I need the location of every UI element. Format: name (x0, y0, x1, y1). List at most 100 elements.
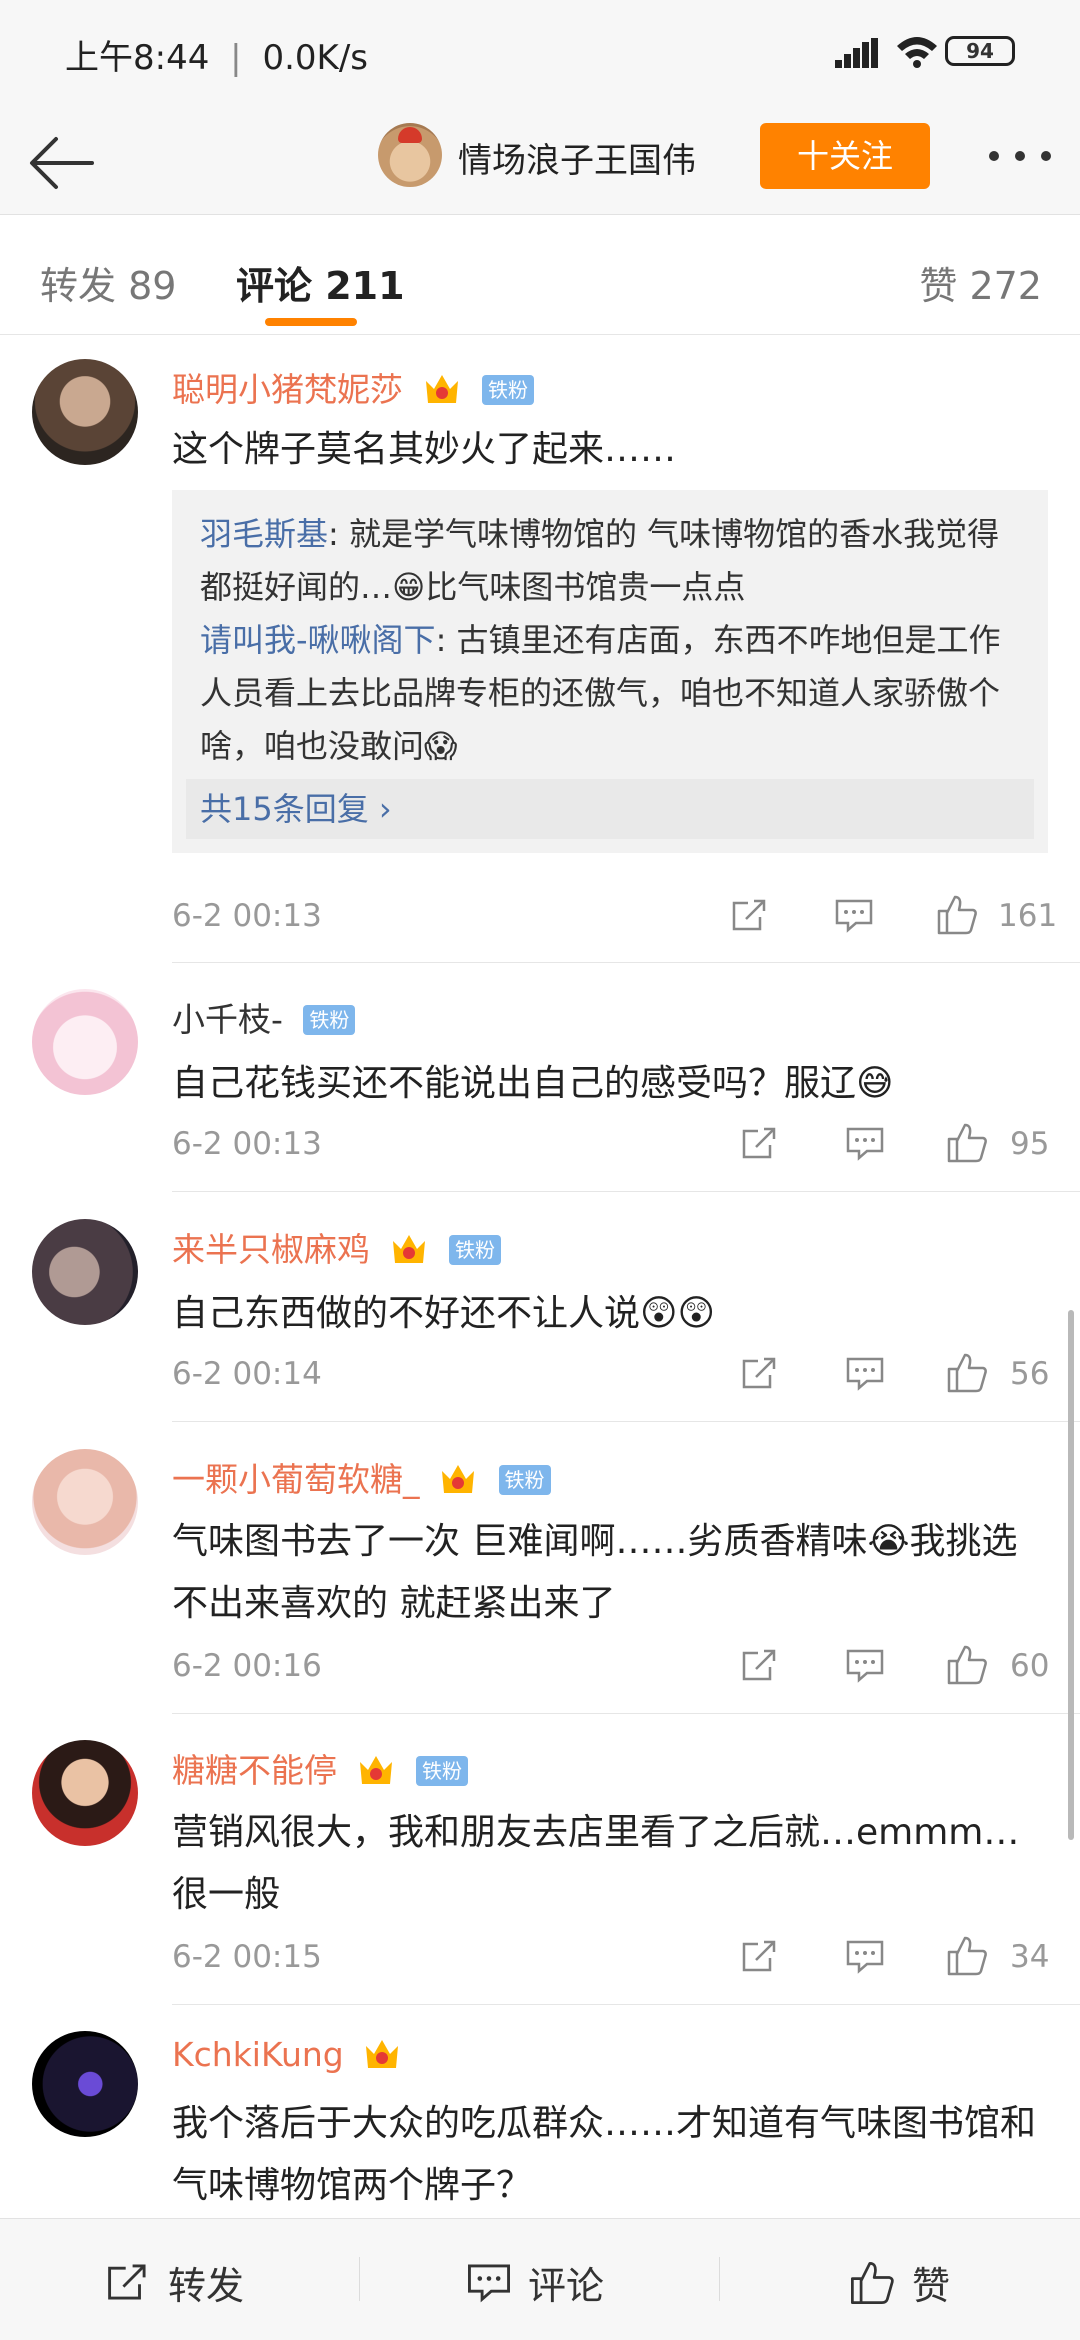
crown-badge-icon (442, 1465, 474, 1493)
divider (172, 2004, 1080, 2005)
like-icon[interactable] (945, 1121, 989, 1165)
scrollbar[interactable] (1068, 1310, 1074, 1840)
tab-like[interactable]: 赞 272 (919, 255, 1042, 310)
commenter-avatar[interactable] (32, 989, 138, 1095)
crown-badge-icon (366, 2040, 399, 2068)
reply-item: 请叫我-啾啾阁下: 古镇里还有店面，东西不咋地但是工作人员看上去比品牌专柜的还傲… (200, 614, 1020, 773)
like-count: 56 (1010, 1356, 1050, 1392)
comment-icon[interactable] (845, 1936, 885, 1976)
comment-text: 自己花钱买还不能说出自己的感受吗？服辽😅 (172, 1063, 894, 1104)
status-bar: 上午8:44 | 0.0K/s 94 (0, 0, 1080, 105)
commenter-name-text[interactable]: 聪明小猪梵妮莎 (172, 370, 403, 409)
wifi-icon (897, 37, 937, 68)
reply-author[interactable]: 请叫我-啾啾阁下 (200, 621, 436, 659)
comment-time: 6-2 00:16 (172, 1648, 322, 1684)
repost-icon[interactable] (740, 1123, 780, 1163)
repost-icon (108, 2264, 146, 2300)
nav-header: 情场浪子王国伟 十关注 (0, 105, 1080, 215)
commenter-avatar[interactable] (32, 1740, 138, 1846)
commenter-avatar[interactable] (32, 2031, 138, 2137)
comment-time: 6-2 00:15 (172, 1939, 322, 1975)
repost-icon[interactable] (740, 1645, 780, 1685)
comment-text: 这个牌子莫名其妙火了起来…… (172, 429, 677, 470)
crown-badge-icon (425, 375, 458, 403)
comment-text: 自己东西做的不好还不让人说😲😲 (172, 1293, 716, 1334)
like-count: 95 (1010, 1126, 1050, 1162)
divider (172, 962, 1080, 963)
tab-comment[interactable]: 评论 211 (236, 255, 405, 310)
commenter-avatar[interactable] (32, 359, 138, 465)
comment-icon[interactable] (845, 1645, 885, 1685)
comment-text: 气味图书去了一次 巨难闻啊……劣质香精味😭我挑选不出来喜欢的 就赶紧出来了 (172, 1521, 1018, 1624)
divider (172, 1713, 1080, 1714)
bottom-comment-label: 评论 (528, 2264, 605, 2308)
commenter-name[interactable]: 小千枝- 铁粉 (172, 993, 356, 1041)
reply-item: 羽毛斯基: 就是学气味博物馆的 气味博物馆的香水我觉得都挺好闻的…😁比气味图书馆… (200, 508, 1020, 614)
like-icon[interactable] (935, 893, 979, 937)
commenter-avatar[interactable] (32, 1449, 138, 1555)
like-icon[interactable] (945, 1643, 989, 1687)
back-arrow-icon[interactable] (22, 123, 102, 203)
comment-text: 我个落后于大众的吃瓜群众……才知道有气味图书馆和气味博物馆两个牌子？ (172, 2103, 1037, 2206)
status-separator: | (230, 38, 242, 78)
comment-icon (468, 2264, 510, 2303)
commenter-name[interactable]: 来半只椒麻鸡 铁粉 (172, 1223, 501, 1271)
comment-icon[interactable] (845, 1353, 885, 1393)
commenter-name-text[interactable]: 糖糖不能停 (172, 1751, 337, 1790)
comment-time: 6-2 00:13 (172, 898, 322, 934)
commenter-name[interactable]: 聪明小猪梵妮莎 铁粉 (172, 363, 534, 411)
commenter-name[interactable]: 一颗小葡萄软糖_ 铁粉 (172, 1453, 551, 1501)
tab-bar: 转发 89 评论 211 赞 272 (0, 215, 1080, 335)
bottom-action-bar: 转发 评论 赞 (0, 2218, 1080, 2340)
comment-text: 营销风很大，我和朋友去店里看了之后就…emmm…很一般 (172, 1812, 1020, 1915)
like-icon[interactable] (945, 1934, 989, 1978)
fan-badge: 铁粉 (482, 375, 534, 405)
follow-button[interactable]: 十关注 (760, 123, 930, 189)
battery-icon: 94 (945, 36, 1015, 66)
comment-icon[interactable] (845, 1123, 885, 1163)
bottom-repost-label: 转发 (168, 2264, 245, 2308)
commenter-name[interactable]: KchkiKung (172, 2035, 402, 2074)
commenter-name-text[interactable]: KchkiKung (172, 2035, 344, 2074)
fan-badge: 铁粉 (449, 1235, 501, 1265)
poster-name[interactable]: 情场浪子王国伟 (458, 133, 696, 182)
active-tab-indicator (265, 318, 357, 326)
more-options-icon[interactable] (985, 145, 1055, 165)
crown-badge-icon (359, 1756, 392, 1784)
like-icon[interactable] (945, 1351, 989, 1395)
status-time: 上午8:44 (65, 38, 210, 78)
divider (172, 1191, 1080, 1192)
crown-badge-icon (392, 1235, 425, 1263)
reply-author[interactable]: 羽毛斯基 (200, 515, 328, 553)
network-speed: 0.0K/s (262, 38, 368, 78)
bottom-like-button[interactable]: 赞 (720, 2219, 1080, 2340)
commenter-name-text[interactable]: 小千枝- (172, 1000, 283, 1039)
status-left: 上午8:44 | 0.0K/s (65, 30, 368, 79)
repost-icon[interactable] (740, 1936, 780, 1976)
like-count: 161 (998, 898, 1058, 934)
commenter-avatar[interactable] (32, 1219, 138, 1325)
comment-icon[interactable] (834, 895, 874, 935)
repost-icon[interactable] (740, 1353, 780, 1393)
fan-badge: 铁粉 (498, 1465, 551, 1495)
reply-box[interactable]: 羽毛斯基: 就是学气味博物馆的 气味博物馆的香水我觉得都挺好闻的…😁比气味图书馆… (172, 490, 1048, 853)
repost-icon[interactable] (730, 895, 770, 935)
like-count: 60 (1010, 1648, 1050, 1684)
like-count: 34 (1010, 1939, 1050, 1975)
fan-badge: 铁粉 (303, 1005, 356, 1035)
like-icon (851, 2262, 894, 2304)
poster-avatar[interactable] (378, 123, 442, 187)
bottom-comment-button[interactable]: 评论 (360, 2219, 720, 2340)
bottom-repost-button[interactable]: 转发 (0, 2219, 360, 2340)
signal-icon (835, 38, 879, 68)
divider (172, 1421, 1080, 1422)
bottom-like-label: 赞 (912, 2264, 951, 2308)
more-replies-link[interactable]: 共15条回复 › (186, 779, 1034, 839)
tab-repost[interactable]: 转发 89 (40, 255, 176, 310)
commenter-name-text[interactable]: 来半只椒麻鸡 (172, 1230, 370, 1269)
comment-time: 6-2 00:14 (172, 1356, 322, 1392)
commenter-name[interactable]: 糖糖不能停 铁粉 (172, 1744, 468, 1792)
commenter-name-text[interactable]: 一颗小葡萄软糖_ (172, 1460, 420, 1499)
fan-badge: 铁粉 (416, 1756, 468, 1786)
comment-time: 6-2 00:13 (172, 1126, 322, 1162)
